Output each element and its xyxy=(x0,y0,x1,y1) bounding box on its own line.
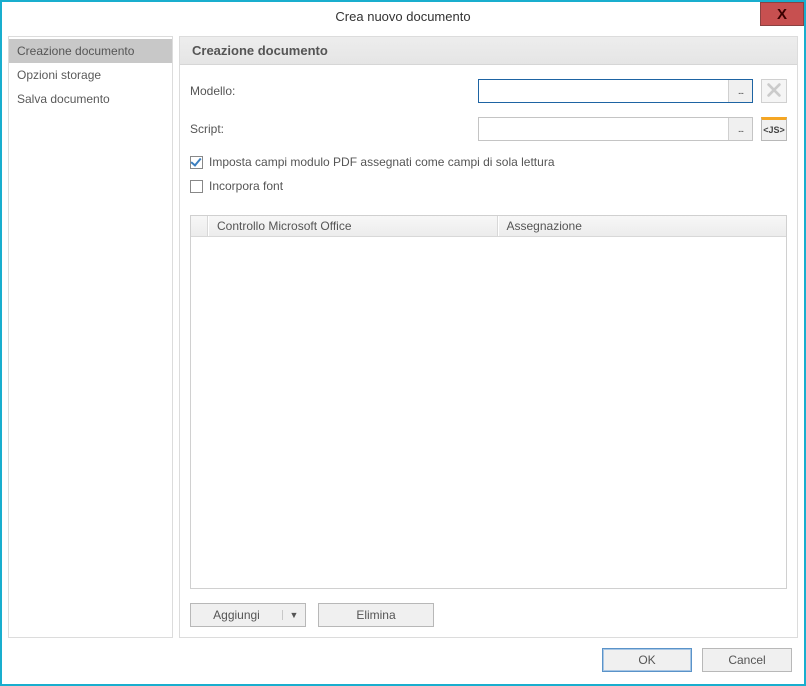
section-heading: Creazione documento xyxy=(180,37,797,65)
table-col-assegnazione[interactable]: Assegnazione xyxy=(498,216,787,236)
add-button-dropdown[interactable]: ▼ xyxy=(282,610,305,620)
js-icon: <JS> xyxy=(763,125,785,135)
sidebar-item-label: Creazione documento xyxy=(17,44,134,58)
close-button[interactable]: X xyxy=(760,2,804,26)
script-row: Script: ... <JS> xyxy=(190,117,787,141)
sidebar: Creazione documento Opzioni storage Salv… xyxy=(8,36,173,638)
script-browse-button[interactable]: ... xyxy=(728,118,752,140)
close-icon: X xyxy=(777,6,787,23)
ellipsis-icon: ... xyxy=(738,124,743,135)
embed-font-label: Incorpora font xyxy=(209,179,283,193)
delete-button-label: Elimina xyxy=(356,608,395,622)
modello-row: Modello: ... xyxy=(190,79,787,103)
embed-font-checkbox[interactable] xyxy=(190,180,203,193)
script-label: Script: xyxy=(190,122,470,136)
titlebar: Crea nuovo documento X xyxy=(2,2,804,30)
script-js-button[interactable]: <JS> xyxy=(761,117,787,141)
script-field-group: ... xyxy=(478,117,753,141)
chevron-down-icon: ▼ xyxy=(290,610,299,620)
readonly-pdf-checkbox[interactable] xyxy=(190,156,203,169)
table-col-controllo[interactable]: Controllo Microsoft Office xyxy=(208,216,498,236)
cancel-button-label: Cancel xyxy=(728,653,765,667)
main-area: Creazione documento Opzioni storage Salv… xyxy=(8,36,798,638)
dialog-footer: OK Cancel xyxy=(8,638,798,678)
table-button-row: Aggiungi ▼ Elimina xyxy=(190,603,787,627)
table-header: Controllo Microsoft Office Assegnazione xyxy=(191,216,786,237)
delete-button[interactable]: Elimina xyxy=(318,603,434,627)
clear-icon xyxy=(765,81,783,102)
dialog-body: Creazione documento Opzioni storage Salv… xyxy=(2,30,804,684)
table-header-spacer xyxy=(191,216,208,236)
modello-clear-button[interactable] xyxy=(761,79,787,103)
sidebar-item-salva-documento[interactable]: Salva documento xyxy=(9,87,172,111)
modello-field-group: ... xyxy=(478,79,753,103)
sidebar-item-creazione-documento[interactable]: Creazione documento xyxy=(9,39,172,63)
add-button-label: Aggiungi xyxy=(191,608,282,622)
modello-label: Modello: xyxy=(190,84,470,98)
assignment-table: Controllo Microsoft Office Assegnazione xyxy=(190,215,787,589)
sidebar-item-label: Salva documento xyxy=(17,92,110,106)
readonly-pdf-label: Imposta campi modulo PDF assegnati come … xyxy=(209,155,555,169)
content-panel: Creazione documento Modello: ... xyxy=(179,36,798,638)
add-button[interactable]: Aggiungi ▼ xyxy=(190,603,306,627)
ok-button-label: OK xyxy=(638,653,655,667)
window-title: Crea nuovo documento xyxy=(335,9,470,24)
sidebar-item-label: Opzioni storage xyxy=(17,68,101,82)
table-col-label: Controllo Microsoft Office xyxy=(217,219,352,233)
table-body[interactable] xyxy=(191,237,786,588)
ok-button[interactable]: OK xyxy=(602,648,692,672)
script-input[interactable] xyxy=(479,118,728,140)
modello-browse-button[interactable]: ... xyxy=(728,80,752,102)
ellipsis-icon: ... xyxy=(738,86,743,97)
sidebar-item-opzioni-storage[interactable]: Opzioni storage xyxy=(9,63,172,87)
cancel-button[interactable]: Cancel xyxy=(702,648,792,672)
modello-input[interactable] xyxy=(479,80,728,102)
embed-font-row: Incorpora font xyxy=(190,179,787,193)
readonly-pdf-row: Imposta campi modulo PDF assegnati come … xyxy=(190,155,787,169)
table-col-label: Assegnazione xyxy=(507,219,582,233)
dialog-window: Crea nuovo documento X Creazione documen… xyxy=(0,0,806,686)
